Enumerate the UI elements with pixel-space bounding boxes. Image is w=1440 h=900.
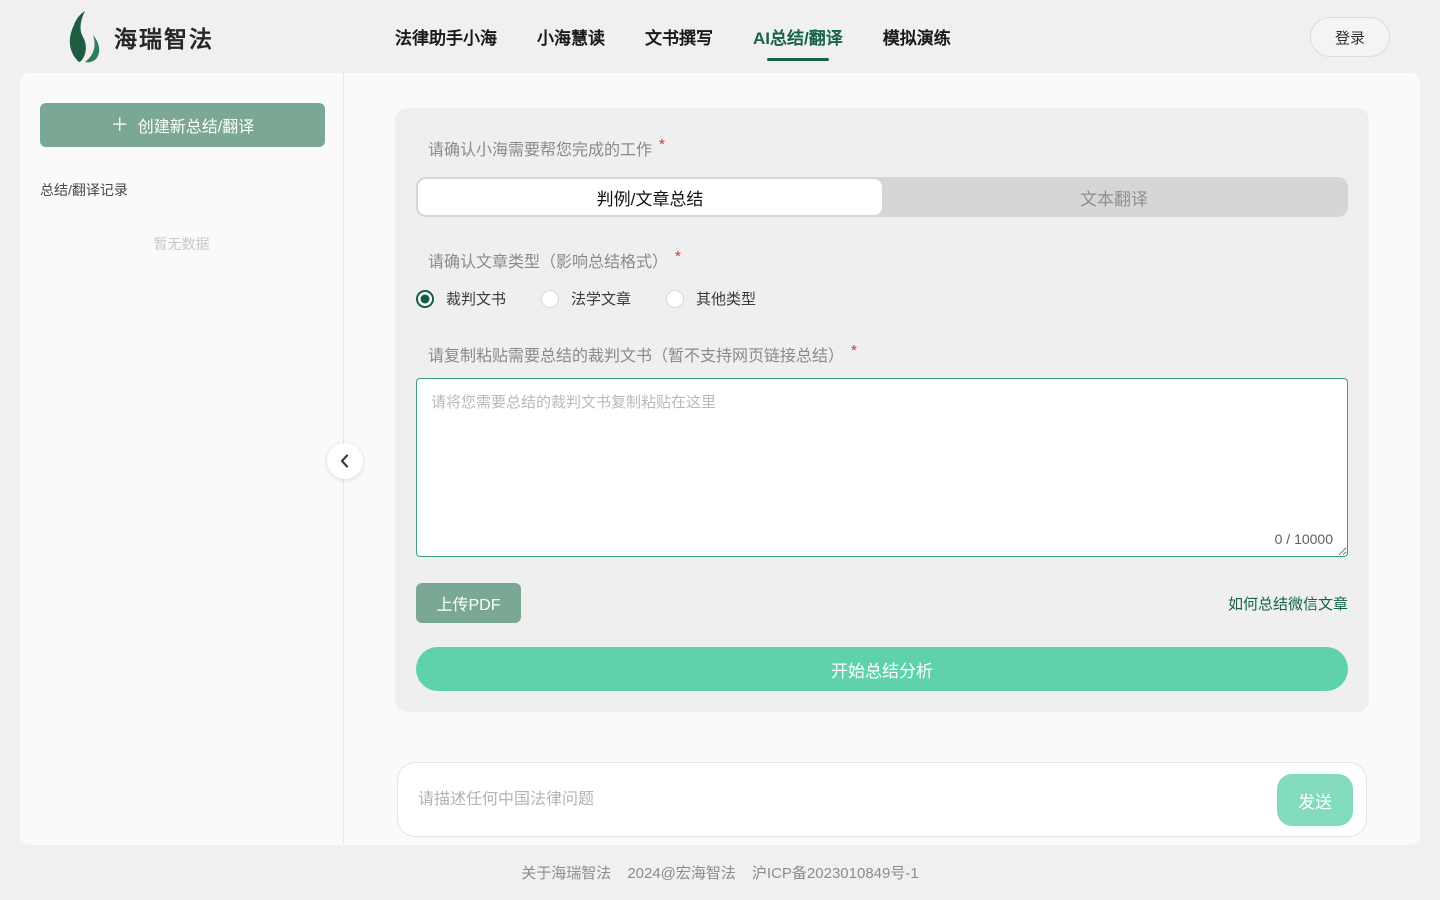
content-panel: ＋ 创建新总结/翻译 总结/翻译记录 暂无数据 请确认小海需要帮您完成的工作 *… — [20, 73, 1420, 845]
radio-unselected-icon[interactable] — [541, 290, 559, 308]
nav-item-mock-practice[interactable]: 模拟演练 — [883, 16, 951, 57]
records-section-label: 总结/翻译记录 — [40, 180, 128, 200]
radio-label: 法学文章 — [571, 288, 631, 309]
doc-type-radio-group: 裁判文书 法学文章 其他类型 — [416, 288, 756, 309]
tab-text-translation[interactable]: 文本翻译 — [882, 179, 1346, 215]
chevron-left-icon — [336, 452, 354, 470]
send-button[interactable]: 发送 — [1277, 774, 1353, 826]
footer-about-link[interactable]: 关于海瑞智法 — [521, 862, 611, 883]
create-button-label: 创建新总结/翻译 — [138, 113, 254, 137]
upload-pdf-button[interactable]: 上传PDF — [416, 583, 521, 623]
required-asterisk: * — [851, 342, 857, 366]
radio-legal-article[interactable]: 法学文章 — [541, 288, 631, 309]
doc-type-field-label: 请确认文章类型（影响总结格式） * — [428, 248, 681, 272]
task-field-label: 请确认小海需要帮您完成的工作 * — [428, 136, 665, 160]
how-to-summarize-wechat-link[interactable]: 如何总结微信文章 — [1228, 593, 1348, 614]
paste-field-label: 请复制粘贴需要总结的裁判文书（暂不支持网页链接总结） * — [428, 342, 857, 366]
radio-judgment-document[interactable]: 裁判文书 — [416, 288, 506, 309]
nav-item-legal-assistant[interactable]: 法律助手小海 — [395, 16, 497, 57]
doc-type-label-text: 请确认文章类型（影响总结格式） — [428, 248, 668, 272]
nav-item-ai-summary-translate[interactable]: AI总结/翻译 — [753, 16, 843, 57]
plus-icon: ＋ — [111, 116, 129, 134]
upload-row: 上传PDF 如何总结微信文章 — [416, 583, 1348, 623]
nav-item-document-writing[interactable]: 文书撰写 — [645, 16, 713, 57]
nav-item-smart-reading[interactable]: 小海慧读 — [537, 16, 605, 57]
radio-selected-icon[interactable] — [416, 290, 434, 308]
radio-label: 裁判文书 — [446, 288, 506, 309]
radio-other-type[interactable]: 其他类型 — [666, 288, 756, 309]
main-nav: 法律助手小海 小海慧读 文书撰写 AI总结/翻译 模拟演练 — [395, 0, 951, 73]
flame-leaf-icon — [66, 11, 102, 63]
paste-label-text: 请复制粘贴需要总结的裁判文书（暂不支持网页链接总结） — [428, 342, 844, 366]
page-footer: 关于海瑞智法 2024@宏海智法 沪ICP备2023010849号-1 — [0, 845, 1440, 900]
footer-copyright: 2024@宏海智法 — [627, 862, 736, 883]
login-button[interactable]: 登录 — [1310, 17, 1390, 57]
footer-icp-number[interactable]: 沪ICP备2023010849号-1 — [752, 862, 919, 883]
required-asterisk: * — [675, 248, 681, 272]
sidebar-collapse-button[interactable] — [327, 443, 363, 479]
summary-form-card: 请确认小海需要帮您完成的工作 * 判例/文章总结 文本翻译 请确认文章类型（影响… — [395, 108, 1369, 712]
textarea-wrapper: 0 / 10000 — [416, 378, 1348, 557]
empty-state-text: 暂无数据 — [20, 234, 343, 254]
sidebar: ＋ 创建新总结/翻译 总结/翻译记录 暂无数据 — [20, 73, 343, 845]
create-new-summary-button[interactable]: ＋ 创建新总结/翻译 — [40, 103, 325, 147]
required-asterisk: * — [659, 136, 665, 160]
legal-question-input[interactable] — [398, 763, 1258, 836]
top-header: 海瑞智法 法律助手小海 小海慧读 文书撰写 AI总结/翻译 模拟演练 登录 — [0, 0, 1440, 73]
task-type-tabs: 判例/文章总结 文本翻译 — [416, 177, 1348, 217]
brand-logo[interactable]: 海瑞智法 — [66, 11, 214, 63]
radio-label: 其他类型 — [696, 288, 756, 309]
start-summary-button[interactable]: 开始总结分析 — [416, 647, 1348, 691]
radio-unselected-icon[interactable] — [666, 290, 684, 308]
brand-name: 海瑞智法 — [114, 20, 214, 54]
task-label-text: 请确认小海需要帮您完成的工作 — [428, 136, 652, 160]
tab-case-article-summary[interactable]: 判例/文章总结 — [418, 179, 882, 215]
chat-input-bar: 发送 — [397, 762, 1367, 837]
judgment-text-input[interactable] — [416, 378, 1348, 557]
